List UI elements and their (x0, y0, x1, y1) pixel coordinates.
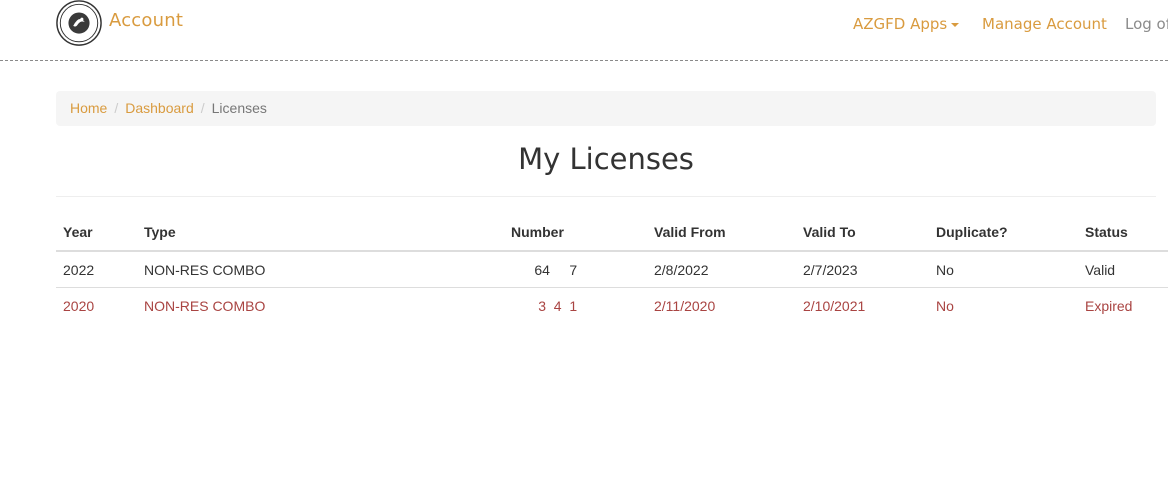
cell-year: 2022 (56, 250, 137, 288)
licenses-table: Year Type Number Valid From Valid To Dup… (56, 214, 1168, 323)
column-header-number: Number (504, 214, 647, 252)
cell-valid-to: 2/10/2021 (796, 287, 929, 323)
column-header-type: Type (137, 214, 504, 252)
cell-status: Expired (1078, 287, 1168, 323)
table-header-row: Year Type Number Valid From Valid To Dup… (56, 214, 1168, 252)
page-title: My Licenses (518, 142, 694, 176)
cell-type: NON-RES COMBO (137, 250, 504, 288)
cell-number: 3 4 1 (504, 287, 647, 323)
column-header-valid-from: Valid From (647, 214, 796, 252)
top-navbar: Account AZGFD Apps Manage Account Log of (0, 0, 1168, 61)
cell-duplicate: No (929, 250, 1078, 288)
arizona-game-and-fish-logo[interactable] (54, 0, 104, 48)
azgfd-apps-dropdown[interactable]: AZGFD Apps (853, 15, 960, 33)
cell-valid-from: 2/8/2022 (647, 250, 796, 288)
cell-type: NON-RES COMBO (137, 287, 504, 323)
breadcrumb-separator: / (200, 100, 205, 116)
title-divider (56, 196, 1156, 197)
breadcrumb: Home / Dashboard / Licenses (56, 91, 1156, 126)
logout-link[interactable]: Log of (1125, 15, 1168, 33)
cell-valid-from: 2/11/2020 (647, 287, 796, 323)
breadcrumb-dashboard-link[interactable]: Dashboard (125, 100, 194, 116)
column-header-year: Year (56, 214, 137, 252)
breadcrumb-separator: / (114, 100, 119, 116)
cell-duplicate: No (929, 287, 1078, 323)
manage-account-link[interactable]: Manage Account (982, 15, 1107, 33)
azgfd-apps-label: AZGFD Apps (853, 15, 948, 33)
column-header-valid-to: Valid To (796, 214, 929, 252)
column-header-duplicate: Duplicate? (929, 214, 1078, 252)
column-header-status: Status (1078, 214, 1168, 252)
breadcrumb-home-link[interactable]: Home (70, 100, 107, 116)
cell-number: 64 7 (504, 250, 647, 288)
cell-status: Valid (1078, 250, 1168, 288)
breadcrumb-current: Licenses (211, 100, 267, 116)
table-row[interactable]: 2022 NON-RES COMBO 64 7 2/8/2022 2/7/202… (56, 250, 1168, 288)
caret-down-icon (951, 22, 960, 27)
brand-account-link[interactable]: Account (109, 10, 183, 31)
table-row[interactable]: 2020 NON-RES COMBO 3 4 1 2/11/2020 2/10/… (56, 287, 1168, 323)
cell-year: 2020 (56, 287, 137, 323)
cell-valid-to: 2/7/2023 (796, 250, 929, 288)
